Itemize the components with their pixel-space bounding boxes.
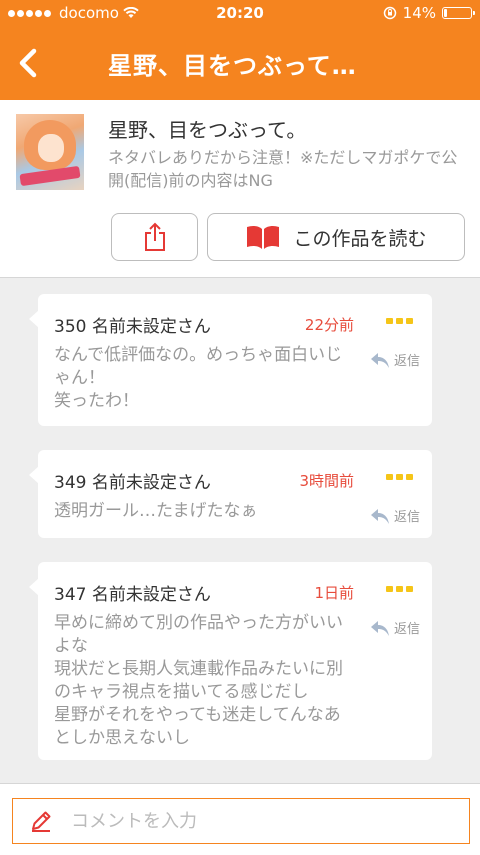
battery-fill — [444, 9, 447, 17]
reply-icon — [370, 620, 389, 636]
reply-icon — [370, 508, 389, 524]
work-info-panel: 星野、目をつぶって。 ネタバレありだから注意！※ただしマガポケで公開(配信)前の… — [0, 100, 480, 278]
reply-label: 返信 — [393, 510, 420, 525]
reply-icon — [370, 352, 389, 368]
reply-button[interactable]: 返信 — [369, 618, 420, 637]
read-work-button[interactable]: この作品を読む — [207, 213, 465, 261]
comment-card: 350 名前未設定さん 22分前 なんで低評価なの。めっちゃ面白いじゃん！ 笑っ… — [29, 294, 432, 426]
pencil-icon — [32, 811, 51, 832]
comment-time: 3時間前 — [299, 472, 354, 490]
share-icon — [144, 222, 165, 251]
status-bar: docomo 20:20 14% — [0, 0, 480, 26]
reply-label: 返信 — [393, 622, 420, 637]
comment-body: なんで低評価なの。めっちゃ面白いじゃん！ 笑ったわ！ — [54, 345, 343, 411]
battery-percent: 14% — [402, 4, 436, 22]
comment-time: 22分前 — [304, 316, 354, 334]
comment-footer — [0, 783, 480, 855]
reply-label: 返信 — [393, 354, 420, 369]
status-right: 14% — [383, 4, 475, 22]
comment-body: 透明ガール…たまげたなぁ — [54, 501, 258, 521]
page-title: 星野、目をつぶって… — [108, 52, 357, 80]
book-icon — [247, 225, 280, 249]
share-button[interactable] — [111, 213, 198, 261]
work-description: ネタバレありだから注意！※ただしマガポケで公開(配信)前の内容はNG — [108, 148, 458, 190]
rotation-lock-icon — [383, 6, 396, 20]
comment-input[interactable] — [69, 809, 433, 833]
comment-card: 349 名前未設定さん 3時間前 透明ガール…たまげたなぁ 返信 — [29, 450, 432, 538]
reply-button[interactable]: 返信 — [369, 506, 420, 525]
more-options-icon[interactable] — [386, 318, 414, 326]
comment-card: 347 名前未設定さん 1日前 早めに締めて別の作品やった方がいいよな 現状だと… — [29, 562, 432, 760]
back-arrow-icon[interactable] — [12, 46, 46, 80]
read-button-label: この作品を読む — [293, 227, 427, 250]
comment-body: 早めに締めて別の作品やった方がいいよな 現状だと長期人気連載作品みたいに別のキャ… — [54, 613, 343, 748]
comment-time: 1日前 — [314, 584, 354, 602]
comment-author: 347 名前未設定さん — [54, 585, 211, 605]
app-header: 星野、目をつぶって… — [0, 26, 480, 100]
more-options-icon[interactable] — [386, 586, 414, 594]
comment-author: 349 名前未設定さん — [54, 473, 211, 493]
work-title: 星野、目をつぶって。 — [108, 118, 307, 142]
comment-author: 350 名前未設定さん — [54, 317, 211, 337]
battery-icon — [442, 7, 475, 19]
work-thumbnail[interactable] — [16, 114, 84, 190]
comment-input-box[interactable] — [12, 798, 470, 844]
more-options-icon[interactable] — [386, 474, 414, 482]
reply-button[interactable]: 返信 — [369, 350, 420, 369]
